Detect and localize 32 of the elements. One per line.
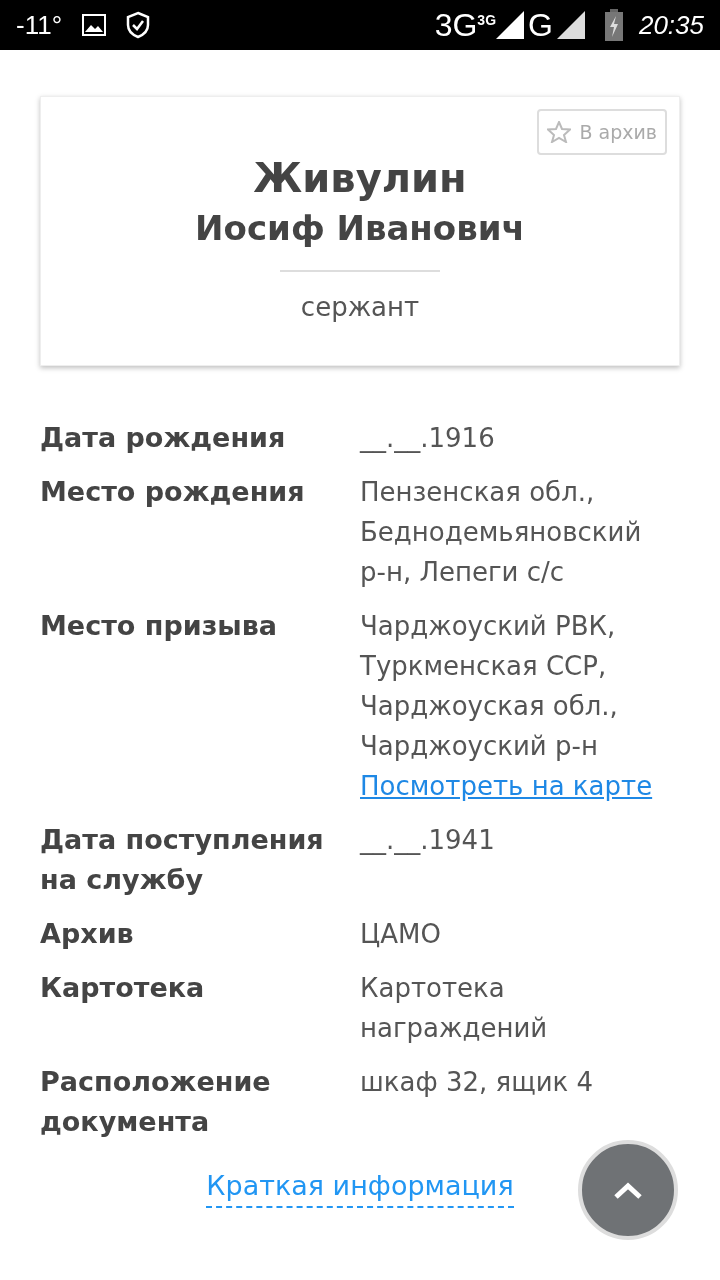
- image-icon: [82, 14, 107, 36]
- temperature: -11°: [16, 8, 63, 42]
- network-type: 3G: [477, 11, 497, 28]
- field-label: Дата поступления на службу: [40, 823, 325, 897]
- network-type: 3G: [434, 9, 478, 41]
- star-icon: [547, 121, 572, 143]
- field-value: __.__.1916: [360, 422, 496, 455]
- field-label: Место рождения: [40, 475, 306, 509]
- archive-button[interactable]: В архив: [537, 109, 667, 155]
- field-value: Чарджоуский РВК, Туркменская ССР, Чарджоуская обл., Чарджоуский р-н: [360, 610, 619, 763]
- battery-icon: [604, 9, 623, 41]
- field-value: Картотека награждений: [360, 972, 549, 1045]
- signal-icon: [496, 11, 525, 39]
- field-value: ЦАМО: [360, 918, 442, 951]
- rank: сержант: [300, 290, 420, 324]
- field-label: Архив: [40, 917, 135, 951]
- surname: Живулин: [253, 154, 467, 203]
- field-value: шкаф 32, ящик 4: [360, 1066, 595, 1099]
- shield-check-icon: [126, 11, 151, 39]
- field-label: Место призыва: [40, 609, 279, 643]
- field-value: Пензенская обл., Беднодемьяновский р-н, Лепеги с/с: [360, 476, 643, 589]
- field-label: Дата рождения: [40, 421, 287, 455]
- summary-link[interactable]: Краткая информация: [206, 1166, 514, 1208]
- field-value: __.__.1941: [360, 824, 496, 857]
- given-names: Иосиф Иванович: [195, 207, 525, 250]
- field-label: Картотека: [40, 971, 206, 1005]
- map-link[interactable]: Посмотреть на карте: [360, 766, 660, 806]
- clock: 20:35: [638, 8, 704, 42]
- chevron-up-icon: [613, 1181, 643, 1199]
- network-type: G: [528, 9, 553, 41]
- signal-icon: [556, 11, 585, 39]
- field-label: Расположение документа: [40, 1065, 272, 1139]
